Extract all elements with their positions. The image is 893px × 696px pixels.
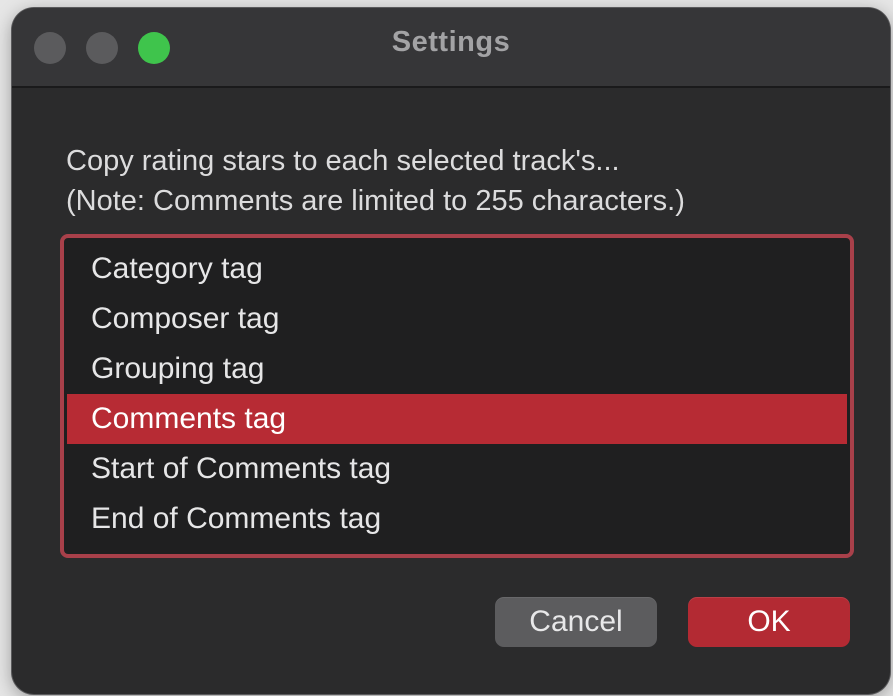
settings-dialog: Settings Copy rating stars to each selec… xyxy=(12,8,890,694)
list-item-grouping-tag[interactable]: Grouping tag xyxy=(67,344,847,394)
ok-button[interactable]: OK xyxy=(688,597,850,647)
title-bar: Settings xyxy=(12,8,890,88)
cancel-button[interactable]: Cancel xyxy=(495,597,657,647)
list-item-start-of-comments-tag[interactable]: Start of Comments tag xyxy=(67,444,847,494)
instruction-line: Copy rating stars to each selected track… xyxy=(66,145,620,177)
instruction-note: (Note: Comments are limited to 255 chara… xyxy=(66,185,685,217)
list-item-end-of-comments-tag[interactable]: End of Comments tag xyxy=(67,494,847,544)
instruction-text: Copy rating stars to each selected track… xyxy=(66,141,685,221)
tag-selection-list[interactable]: Category tag Composer tag Grouping tag C… xyxy=(60,234,854,558)
list-item-comments-tag[interactable]: Comments tag xyxy=(67,394,847,444)
list-item-composer-tag[interactable]: Composer tag xyxy=(67,294,847,344)
list-item-category-tag[interactable]: Category tag xyxy=(67,244,847,294)
window-title: Settings xyxy=(391,26,511,58)
